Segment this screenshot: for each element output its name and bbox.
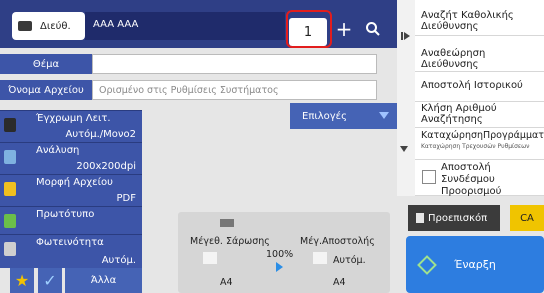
ca-button[interactable]: CA bbox=[510, 205, 544, 231]
scroll-down-icon[interactable] bbox=[400, 146, 408, 152]
key-value: Αυτόμ./Μονο2 bbox=[65, 129, 137, 140]
side-item-program-registration[interactable]: ΚαταχώρησηΠρογράμματος Καταχώρηση Τρεχου… bbox=[415, 128, 544, 160]
filename-field[interactable]: Ορισμένο στις Ρυθμίσεις Συστήματος bbox=[92, 80, 377, 100]
ratio-value: 100% bbox=[266, 249, 294, 260]
exposure-icon bbox=[4, 242, 16, 256]
preview-button[interactable]: Προεπισκόπ bbox=[408, 205, 500, 231]
original-icon bbox=[4, 214, 16, 228]
key-value: PDF bbox=[116, 193, 136, 204]
address-book-icon bbox=[18, 21, 32, 31]
key-label: Μορφή Αρχείου bbox=[36, 177, 113, 188]
color-mode-key[interactable]: Έγχρωμη Λειτ. Αυτόμ./Μονο2 bbox=[0, 110, 142, 142]
side-item-search-number[interactable]: Κλήση Αριθμού Αναζήτησης bbox=[415, 102, 544, 128]
file-format-icon bbox=[4, 182, 16, 196]
options-label: Επιλογές bbox=[302, 110, 347, 122]
send-mode-value: Αυτόμ. bbox=[333, 255, 366, 266]
key-label: Πρωτότυπο bbox=[36, 209, 95, 220]
options-button[interactable]: Επιλογές bbox=[290, 103, 397, 129]
search-icon[interactable] bbox=[360, 14, 386, 44]
address-button[interactable]: Διεύθ. bbox=[12, 12, 85, 40]
chevron-down-icon bbox=[379, 112, 389, 119]
send-paper-icon bbox=[313, 252, 327, 264]
start-button[interactable]: Έναρξη bbox=[406, 236, 544, 293]
original-key[interactable]: Πρωτότυπο bbox=[0, 206, 142, 234]
send-link-checkbox[interactable] bbox=[422, 170, 436, 184]
scan-paper-value: A4 bbox=[220, 277, 233, 288]
scan-paper-icon bbox=[203, 252, 217, 264]
side-item-send-history[interactable]: Αποστολή Ιστορικού bbox=[415, 72, 544, 102]
preview-label: Προεπισκόπ bbox=[428, 212, 488, 224]
program-sub-label: Καταχώρηση Τρεχουσών Ρυθμίσεων bbox=[421, 143, 530, 150]
send-paper-value: A4 bbox=[333, 277, 346, 288]
exposure-key[interactable]: Φωτεινότητα Αυτόμ. bbox=[0, 234, 142, 268]
subject-label: Θέμα bbox=[0, 54, 92, 74]
add-address-button[interactable]: + bbox=[333, 14, 355, 44]
collapse-panel-icon[interactable] bbox=[397, 24, 415, 48]
file-format-key[interactable]: Μορφή Αρχείου PDF bbox=[0, 174, 142, 206]
key-label: Φωτεινότητα bbox=[36, 237, 104, 248]
resolution-key[interactable]: Ανάλυση 200x200dpi bbox=[0, 142, 142, 174]
preview-icon bbox=[416, 213, 424, 223]
filename-label: Όνομα Αρχείου bbox=[0, 80, 92, 100]
side-item-global-search[interactable]: Αναζήτ Καθολικής Διεύθυνσης bbox=[415, 0, 544, 36]
key-value: 200x200dpi bbox=[76, 161, 136, 172]
scanner-icon bbox=[220, 219, 234, 227]
start-label: Έναρξη bbox=[454, 258, 496, 271]
address-label: Διεύθ. bbox=[40, 20, 71, 32]
key-value: Αυτόμ. bbox=[101, 255, 136, 266]
arrow-right-icon bbox=[276, 262, 283, 272]
key-label: Ανάλυση bbox=[36, 145, 80, 156]
address-field[interactable]: AAA AAA bbox=[85, 12, 285, 40]
count-highlight bbox=[286, 10, 332, 48]
program-label: ΚαταχώρησηΠρογράμματος bbox=[421, 130, 544, 141]
favorite-star-icon[interactable]: ★ bbox=[10, 268, 34, 293]
side-item-address-review[interactable]: Αναθεώρηση Διεύθυνσης bbox=[415, 36, 544, 72]
other-button[interactable]: Άλλα bbox=[65, 268, 142, 293]
resolution-icon bbox=[4, 150, 16, 164]
key-label: Έγχρωμη Λειτ. bbox=[36, 113, 111, 124]
color-mode-icon bbox=[4, 118, 16, 132]
send-size-label: Μέγ.Αποστολής bbox=[300, 236, 375, 247]
subject-field[interactable] bbox=[92, 54, 377, 74]
scan-size-label: Μέγεθ. Σάρωσης bbox=[190, 236, 270, 247]
start-icon bbox=[417, 255, 437, 275]
checkmark-icon[interactable]: ✓ bbox=[38, 268, 62, 293]
